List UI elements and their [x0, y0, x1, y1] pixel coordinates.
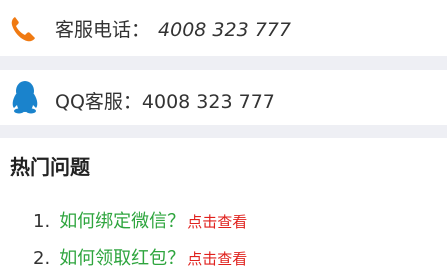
view-link[interactable]: 点击查看: [187, 213, 247, 231]
section-divider: [0, 125, 447, 138]
faq-question-link[interactable]: 如何绑定微信？: [59, 211, 185, 232]
faq-item-number: 2.: [33, 248, 51, 269]
qq-label[interactable]: QQ客服：4008 323 777: [55, 87, 275, 114]
faq-title: 热门问题: [10, 155, 90, 179]
phone-icon: [11, 17, 36, 42]
faq-question-link[interactable]: 如何领取红包？: [59, 248, 185, 269]
phone-label-text: 客服电话：: [55, 19, 151, 41]
phone-number[interactable]: 4008 323 777: [158, 19, 291, 41]
faq-item-number: 1.: [33, 211, 51, 232]
view-link[interactable]: 点击查看: [187, 250, 247, 268]
phone-label: 客服电话： 4008 323 777: [55, 15, 291, 42]
faq-item: 1. 如何绑定微信？ 点击查看: [33, 207, 247, 233]
qq-penguin-icon: [12, 81, 38, 114]
faq-item: 2. 如何领取红包？ 点击查看: [33, 244, 247, 270]
section-divider: [0, 56, 447, 70]
